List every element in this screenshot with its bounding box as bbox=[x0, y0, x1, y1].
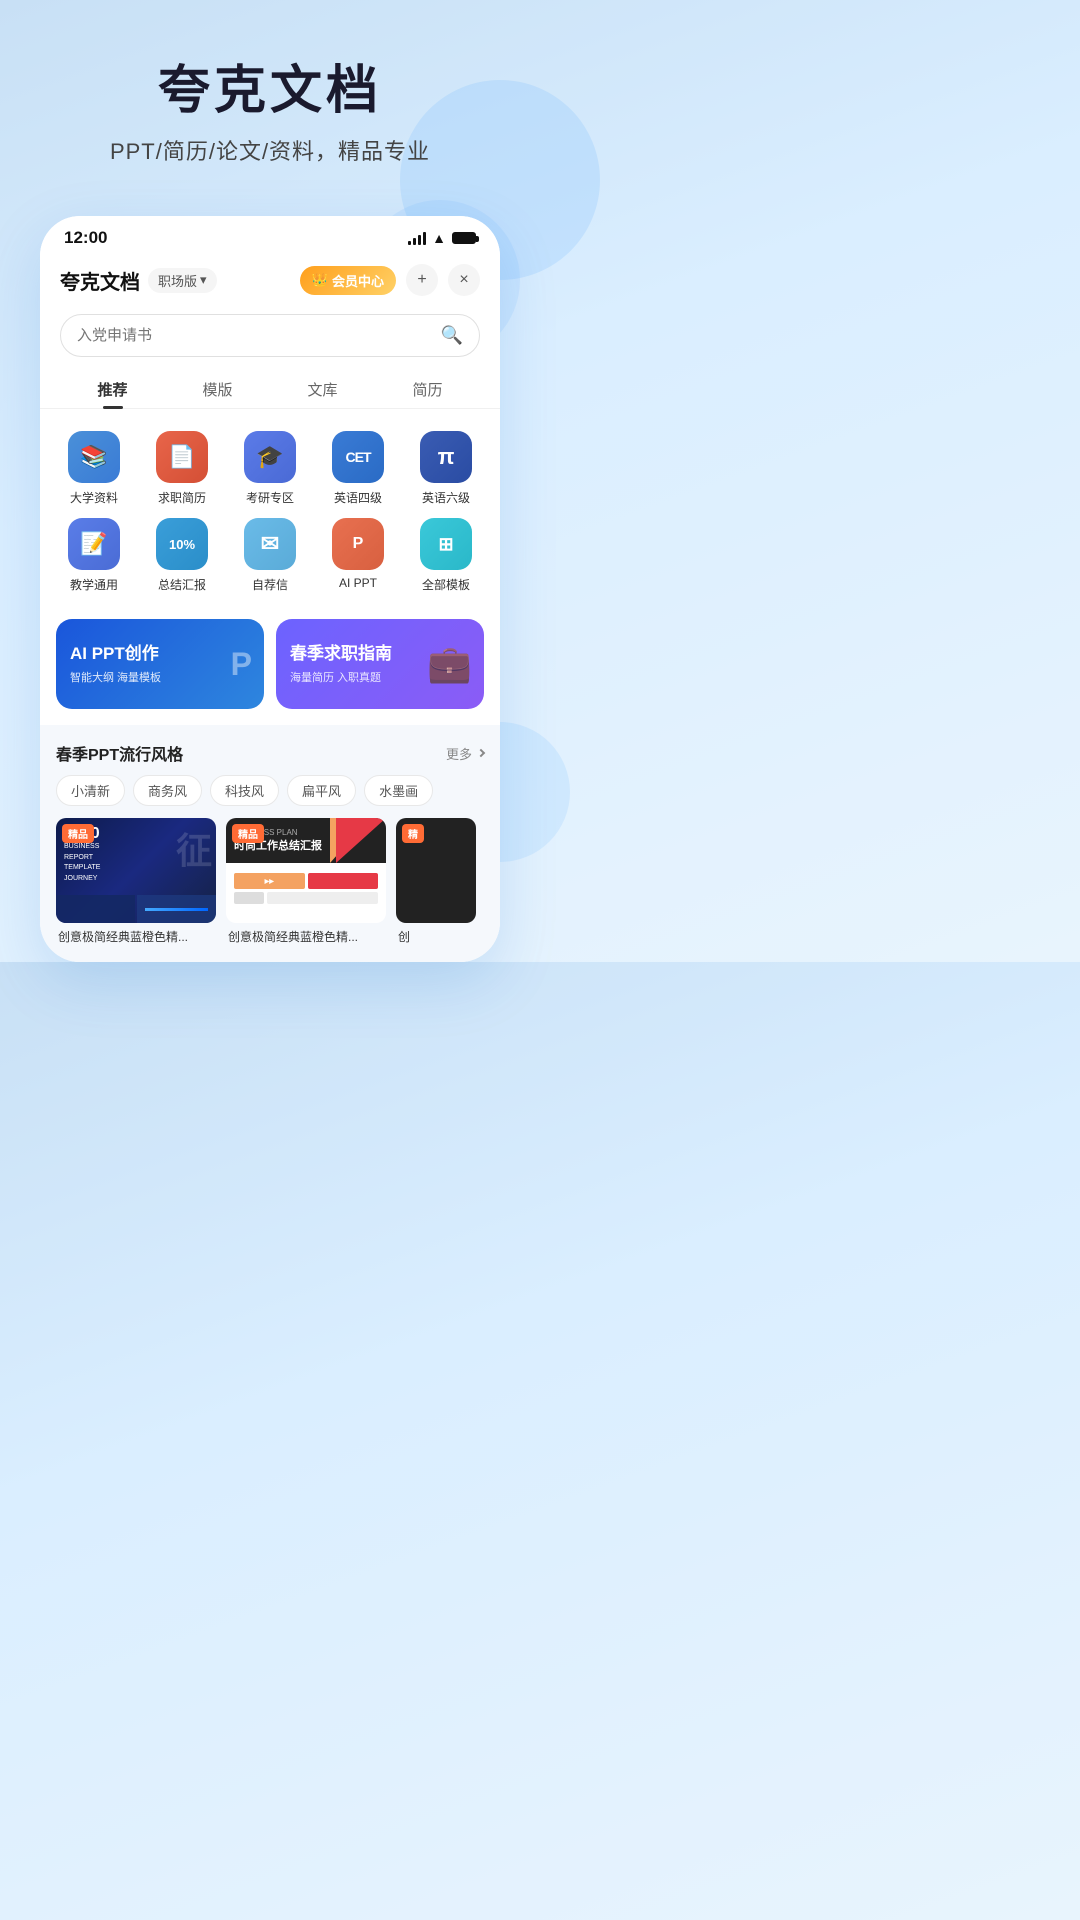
banner-section: AI PPT创作 智能大纲 海量模板 P 春季求职指南 海量简历 入职真题 💼 bbox=[40, 607, 500, 725]
banner-job-sub: 海量简历 入职真题 bbox=[290, 669, 392, 685]
icon-item-teaching[interactable]: 📝 教学通用 bbox=[50, 512, 138, 599]
signal-icon bbox=[408, 231, 426, 245]
close-icon: × bbox=[459, 271, 468, 289]
ai-ppt-icon: P bbox=[231, 646, 252, 683]
version-badge[interactable]: 职场版 ▾ bbox=[148, 268, 217, 293]
tab-template[interactable]: 模版 bbox=[165, 369, 270, 408]
badge-jingpin-3: 精 bbox=[402, 824, 424, 843]
ppt-card-2[interactable]: BUSINESS PLAN 时尚工作总结汇报 ▶▶ bbox=[226, 818, 386, 946]
filter-tag-tech[interactable]: 科技风 bbox=[210, 775, 279, 806]
banner-ai-title: AI PPT创作 bbox=[70, 644, 161, 664]
icon-grid: 📚 大学资料 📄 求职简历 🎓 考研专区 CET 英语四级 π 英语六级 📝 bbox=[40, 409, 500, 607]
badge-jingpin-2: 精品 bbox=[232, 824, 264, 843]
ppt-card-3[interactable]: 精 创 bbox=[396, 818, 476, 946]
tab-recommend[interactable]: 推荐 bbox=[60, 369, 165, 408]
tab-resume[interactable]: 简历 bbox=[375, 369, 480, 408]
card-label-1: 创意极简经典蓝橙色精... bbox=[56, 929, 216, 946]
search-bar[interactable]: 🔍 bbox=[60, 314, 480, 357]
icon-item-graduate[interactable]: 🎓 考研专区 bbox=[226, 425, 314, 512]
header-actions: 👑 会员中心 + × bbox=[300, 264, 480, 296]
wifi-icon: ▲ bbox=[432, 230, 446, 246]
ppt-thumb-3: 精 bbox=[396, 818, 476, 923]
badge-jingpin-1: 精品 bbox=[62, 824, 94, 843]
banner-ai-ppt[interactable]: AI PPT创作 智能大纲 海量模板 P bbox=[56, 619, 264, 709]
status-bar: 12:00 ▲ bbox=[40, 216, 500, 256]
hero-subtitle: PPT/简历/论文/资料，精品专业 bbox=[40, 134, 500, 166]
chevron-down-icon: ▾ bbox=[200, 272, 207, 288]
filter-tag-business[interactable]: 商务风 bbox=[133, 775, 202, 806]
icon-item-cet6[interactable]: π 英语六级 bbox=[402, 425, 490, 512]
card-grid: 征 2030 BUSINESSREPORTTEMPLATEJOURNEY bbox=[40, 818, 500, 962]
ppt-thumb-1: 征 2030 BUSINESSREPORTTEMPLATEJOURNEY bbox=[56, 818, 216, 923]
filter-tag-flat[interactable]: 扁平风 bbox=[287, 775, 356, 806]
filter-tags: 小清新 商务风 科技风 扁平风 水墨画 bbox=[40, 775, 500, 818]
status-icons: ▲ bbox=[408, 230, 476, 246]
add-button[interactable]: + bbox=[406, 264, 438, 296]
icon-item-university[interactable]: 📚 大学资料 bbox=[50, 425, 138, 512]
app-header: 夸克文档 职场版 ▾ 👑 会员中心 + × bbox=[40, 256, 500, 306]
icon-item-summary[interactable]: 10% 总结汇报 bbox=[138, 512, 226, 599]
add-icon: + bbox=[417, 271, 426, 289]
icon-item-all-templates[interactable]: ⊞ 全部模板 bbox=[402, 512, 490, 599]
icon-item-cet4[interactable]: CET 英语四级 bbox=[314, 425, 402, 512]
hero-section: 夸克文档 PPT/简历/论文/资料，精品专业 bbox=[0, 0, 540, 196]
job-icon: 💼 bbox=[427, 643, 472, 685]
phone-mockup: 12:00 ▲ 夸克文档 职场版 ▾ 👑 bbox=[40, 216, 500, 962]
icon-item-resume[interactable]: 📄 求职简历 bbox=[138, 425, 226, 512]
filter-tag-fresh[interactable]: 小清新 bbox=[56, 775, 125, 806]
ppt-card-1[interactable]: 征 2030 BUSINESSREPORTTEMPLATEJOURNEY bbox=[56, 818, 216, 946]
search-wrap: 🔍 bbox=[40, 306, 500, 369]
icon-item-cover-letter[interactable]: ✉ 自荐信 bbox=[226, 512, 314, 599]
nav-tabs: 推荐 模版 文库 简历 bbox=[40, 369, 500, 409]
close-button[interactable]: × bbox=[448, 264, 480, 296]
search-input[interactable] bbox=[77, 327, 433, 344]
hero-title: 夸克文档 bbox=[40, 60, 500, 122]
tab-library[interactable]: 文库 bbox=[270, 369, 375, 408]
banner-ai-sub: 智能大纲 海量模板 bbox=[70, 669, 161, 685]
more-button[interactable]: 更多 bbox=[446, 744, 484, 763]
banner-job-guide[interactable]: 春季求职指南 海量简历 入职真题 💼 bbox=[276, 619, 484, 709]
chevron-right-icon bbox=[477, 749, 485, 757]
banner-job-title: 春季求职指南 bbox=[290, 644, 392, 664]
card-label-3: 创 bbox=[396, 929, 476, 946]
status-time: 12:00 bbox=[64, 228, 107, 248]
app-logo: 夸克文档 bbox=[60, 266, 140, 295]
section-title: 春季PPT流行风格 bbox=[56, 741, 183, 765]
filter-tag-ink[interactable]: 水墨画 bbox=[364, 775, 433, 806]
ppt-thumb-2: BUSINESS PLAN 时尚工作总结汇报 ▶▶ bbox=[226, 818, 386, 923]
icon-item-ai-ppt[interactable]: P AI PPT bbox=[314, 512, 402, 599]
search-icon: 🔍 bbox=[441, 325, 463, 346]
vip-button[interactable]: 👑 会员中心 bbox=[300, 266, 396, 295]
crown-icon: 👑 bbox=[312, 272, 328, 288]
battery-icon bbox=[452, 232, 476, 244]
card-label-2: 创意极简经典蓝橙色精... bbox=[226, 929, 386, 946]
section-header: 春季PPT流行风格 更多 bbox=[40, 725, 500, 775]
